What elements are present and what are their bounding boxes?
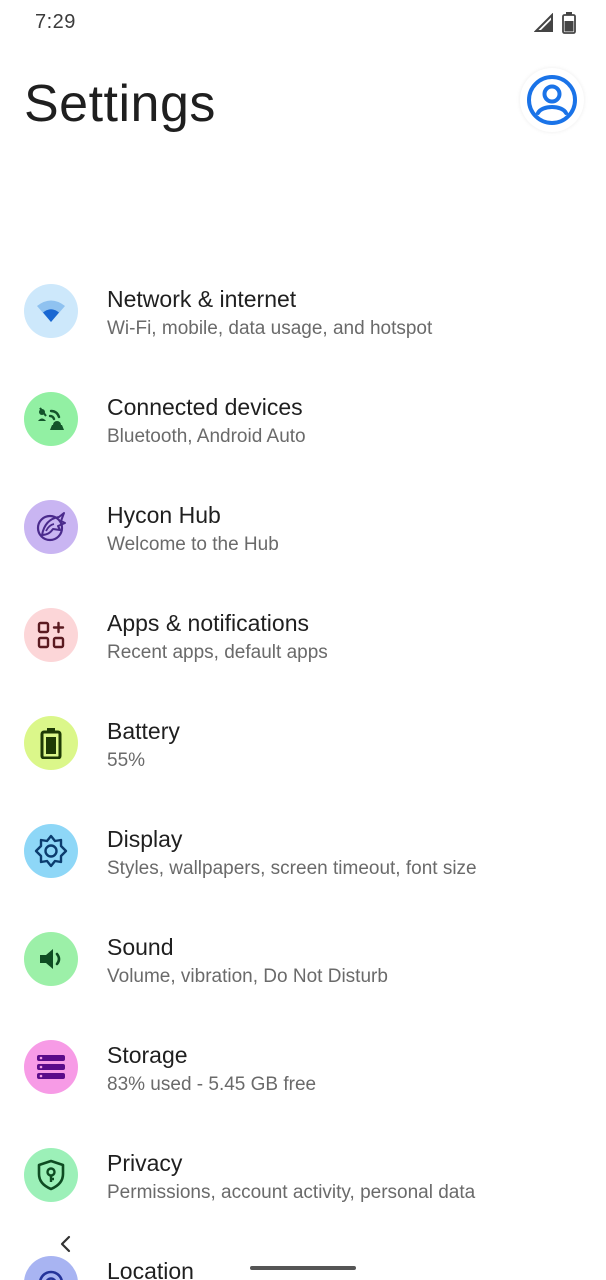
settings-item-network[interactable]: Network & internet Wi-Fi, mobile, data u… (0, 253, 606, 361)
item-subtitle: Styles, wallpapers, screen timeout, font… (107, 858, 477, 879)
item-subtitle: Welcome to the Hub (107, 534, 279, 555)
settings-item-privacy[interactable]: Privacy Permissions, account activity, p… (0, 1117, 606, 1225)
item-title: Apps & notifications (107, 610, 310, 636)
apps-text: Apps & notifications Recent apps, defaul… (107, 608, 586, 667)
hycon-text: Hycon Hub Welcome to the Hub (107, 500, 586, 559)
account-button[interactable] (520, 68, 584, 132)
network-icon-badge (24, 284, 78, 338)
privacy-text: Privacy Permissions, account activity, p… (107, 1148, 586, 1207)
battery-status-icon (562, 12, 576, 34)
status-bar: 7:29 (0, 0, 606, 48)
display-gear-icon (34, 834, 68, 868)
item-subtitle: 55% (107, 750, 146, 771)
battery-text: Battery 55% (107, 716, 586, 775)
storage-icon (37, 1055, 65, 1079)
settings-list: Network & internet Wi-Fi, mobile, data u… (0, 253, 606, 1280)
page-title: Settings (24, 75, 216, 133)
hycon-icon-badge (24, 500, 78, 554)
network-text: Network & internet Wi-Fi, mobile, data u… (107, 284, 586, 343)
settings-item-apps-notifications[interactable]: Apps & notifications Recent apps, defaul… (0, 577, 606, 685)
back-chevron-icon[interactable] (57, 1233, 75, 1255)
item-subtitle: Recent apps, default apps (107, 642, 328, 663)
storage-text: Storage 83% used - 5.45 GB free (107, 1040, 586, 1099)
location-icon (39, 1270, 63, 1280)
item-title: Network & internet (107, 286, 297, 312)
apps-grid-icon (37, 621, 65, 649)
connected-text: Connected devices Bluetooth, Android Aut… (107, 392, 586, 451)
item-title: Display (107, 826, 183, 852)
location-icon-badge (24, 1256, 78, 1280)
item-subtitle: Bluetooth, Android Auto (107, 426, 306, 447)
battery-icon (40, 728, 62, 759)
item-title: Battery (107, 718, 180, 744)
settings-item-sound[interactable]: Sound Volume, vibration, Do Not Disturb (0, 901, 606, 1009)
settings-item-location[interactable]: Location (0, 1225, 606, 1280)
settings-item-storage[interactable]: Storage 83% used - 5.45 GB free (0, 1009, 606, 1117)
privacy-icon-badge (24, 1148, 78, 1202)
connected-devices-icon (38, 407, 64, 430)
settings-item-hycon-hub[interactable]: Hycon Hub Welcome to the Hub (0, 469, 606, 577)
apps-icon-badge (24, 608, 78, 662)
status-icons (534, 12, 576, 34)
cell-signal-icon (534, 13, 553, 32)
item-subtitle: 83% used - 5.45 GB free (107, 1074, 317, 1095)
status-time: 7:29 (35, 11, 76, 33)
speaker-icon (40, 949, 61, 969)
privacy-shield-icon (37, 1159, 65, 1191)
sound-icon-badge (24, 932, 78, 986)
item-title: Storage (107, 1042, 188, 1068)
display-icon-badge (24, 824, 78, 878)
sound-text: Sound Volume, vibration, Do Not Disturb (107, 932, 586, 991)
item-subtitle: Permissions, account activity, personal … (107, 1182, 476, 1203)
header: Settings (0, 60, 606, 150)
account-circle-icon (527, 75, 577, 125)
storage-icon-badge (24, 1040, 78, 1094)
display-text: Display Styles, wallpapers, screen timeo… (107, 824, 586, 883)
settings-item-battery[interactable]: Battery 55% (0, 685, 606, 793)
hycon-wolf-icon (36, 512, 66, 542)
item-title: Hycon Hub (107, 502, 221, 528)
connected-icon-badge (24, 392, 78, 446)
battery-icon-badge (24, 716, 78, 770)
gesture-nav-handle[interactable] (250, 1266, 356, 1270)
item-title: Connected devices (107, 394, 303, 420)
item-subtitle: Volume, vibration, Do Not Disturb (107, 966, 388, 987)
settings-item-display[interactable]: Display Styles, wallpapers, screen timeo… (0, 793, 606, 901)
wifi-icon (37, 300, 65, 322)
item-title: Sound (107, 934, 174, 960)
settings-item-connected-devices[interactable]: Connected devices Bluetooth, Android Aut… (0, 361, 606, 469)
item-title: Privacy (107, 1150, 183, 1176)
item-subtitle: Wi-Fi, mobile, data usage, and hotspot (107, 318, 433, 339)
